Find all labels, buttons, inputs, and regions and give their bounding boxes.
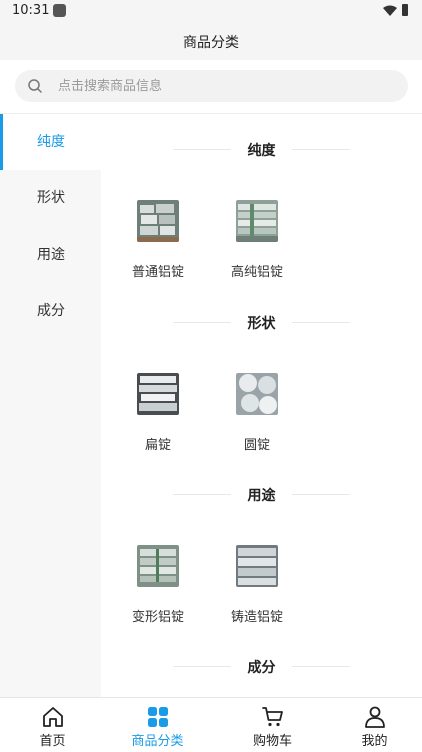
product-image	[236, 200, 278, 242]
product-item[interactable]: 普通铝锭	[113, 200, 203, 280]
product-name: 高纯铝锭	[230, 265, 283, 280]
product-image	[236, 545, 278, 587]
sidebar-item-label: 形状	[37, 190, 65, 206]
product-name: 扁锭	[144, 438, 171, 453]
tab-profile[interactable]: 我的	[322, 698, 422, 752]
product-name: 普通铝锭	[131, 265, 184, 280]
tab-label: 商品分类	[131, 734, 184, 749]
category-sidebar: 纯度 形状 用途 成分	[0, 114, 101, 697]
section-title: 成分	[247, 660, 276, 676]
sidebar-item-shape[interactable]: 形状	[0, 170, 101, 226]
status-time: 10:31	[12, 3, 50, 18]
sidebar-item-label: 纯度	[37, 134, 65, 150]
header: 商品分类	[0, 24, 422, 60]
sidebar-item-label: 用途	[37, 247, 65, 263]
product-image	[137, 545, 179, 587]
product-item[interactable]: 高纯铝锭	[212, 200, 302, 280]
home-icon	[42, 707, 63, 727]
tab-home[interactable]: 首页	[0, 698, 105, 752]
product-image	[137, 200, 179, 242]
tab-cart[interactable]: 购物车	[220, 698, 325, 752]
wifi-icon	[383, 5, 397, 16]
product-name: 圆锭	[243, 438, 270, 453]
section-title: 形状	[247, 316, 276, 332]
sidebar-item-label: 成分	[37, 303, 65, 319]
section-title: 纯度	[247, 143, 276, 159]
sidebar-item-purity[interactable]: 纯度	[0, 114, 101, 170]
category-content[interactable]: 纯度 普通铝锭 高纯铝锭 形状 扁锭 圆锭 用途 变形铝锭 铸造铝锭 成分	[101, 114, 422, 697]
page-title: 商品分类	[183, 35, 239, 51]
tab-label: 我的	[361, 734, 388, 749]
tab-label: 购物车	[252, 734, 292, 749]
user-icon	[364, 706, 385, 728]
product-image	[137, 373, 179, 415]
bottom-tab-bar: 首页 商品分类 购物车 我的	[0, 697, 422, 751]
tab-category[interactable]: 商品分类	[105, 698, 210, 752]
product-item[interactable]: 变形铝锭	[113, 545, 203, 625]
category-icon	[147, 707, 168, 727]
notification-app-icon	[53, 4, 66, 17]
product-name: 变形铝锭	[131, 610, 184, 625]
sidebar-item-composition[interactable]: 成分	[0, 283, 101, 339]
search-input[interactable]	[58, 70, 388, 102]
status-bar: 10:31	[0, 0, 422, 24]
product-name: 铸造铝锭	[230, 610, 283, 625]
search-icon	[28, 79, 42, 93]
product-item[interactable]: 扁锭	[113, 373, 203, 453]
cart-icon	[261, 707, 283, 727]
battery-icon	[402, 4, 408, 16]
product-item[interactable]: 圆锭	[212, 373, 302, 453]
sidebar-item-usage[interactable]: 用途	[0, 227, 101, 283]
search-bar	[0, 60, 422, 114]
search-box[interactable]	[15, 70, 408, 102]
product-item[interactable]: 铸造铝锭	[212, 545, 302, 625]
tab-label: 首页	[39, 734, 66, 749]
section-title: 用途	[247, 488, 276, 504]
product-image	[236, 373, 278, 415]
